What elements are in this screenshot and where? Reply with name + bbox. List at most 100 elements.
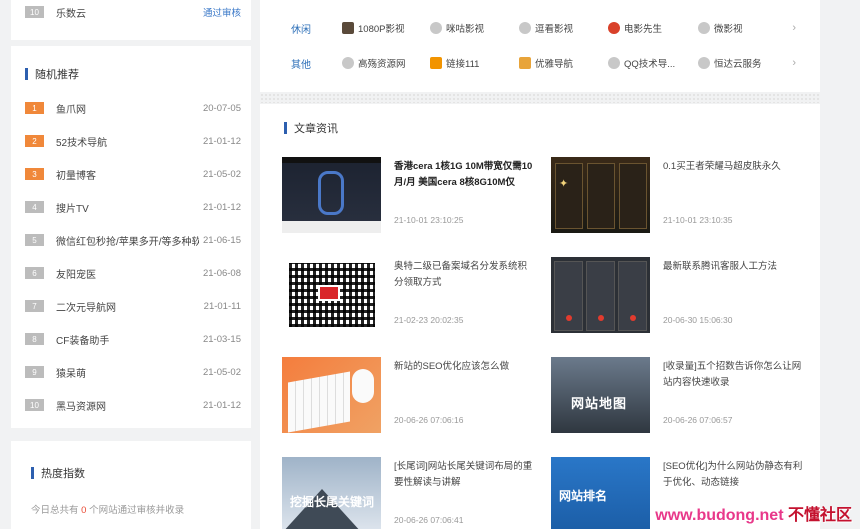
article-date: 21-10-01 23:10:35 — [663, 215, 733, 225]
article-thumbnail[interactable]: 挖掘长尾关键词 — [282, 457, 381, 529]
nav-site-label: 优雅导航 — [535, 59, 574, 70]
article-thumbnail[interactable]: ✦ — [551, 157, 650, 233]
title-bar-icon — [284, 122, 287, 134]
rank-site-name[interactable]: 乐数云 — [56, 5, 199, 20]
rank-row[interactable]: 6 友阳宠医 21-06-08 — [25, 265, 241, 281]
hot-count: 0 — [81, 505, 87, 516]
article-item[interactable]: 新站的SEO优化应该怎么做 20-06-26 07:06:16 — [282, 357, 532, 437]
article-title[interactable]: [收录量]五个招数告诉你怎么让网站内容快速收录 — [663, 359, 803, 391]
chevron-right-icon[interactable]: › — [792, 57, 796, 69]
article-thumbnail[interactable] — [282, 357, 381, 433]
article-item[interactable]: 挖掘长尾关键词 [长尾词]网站长尾关键词布局的重要性解读与讲解 20-06-26… — [282, 457, 532, 529]
rank-site-name[interactable]: 二次元导航网 — [56, 299, 200, 314]
nav-site-label: 电影先生 — [624, 24, 663, 35]
article-thumbnail[interactable] — [282, 257, 381, 333]
article-item[interactable]: 奥特二级已备案域名分发系统积分领取方式 21-02-23 20:02:35 — [282, 257, 532, 337]
nav-row: 休闲 1080P影视 咪咕影视 逗看影视 电影先生 微影视 › — [260, 17, 820, 39]
article-item[interactable]: 最新联系腾讯客服人工方法 20-06-30 15:06:30 — [551, 257, 801, 337]
nav-site-link[interactable]: 1080P影视 — [342, 21, 404, 35]
nav-site-label: 高殇资源网 — [358, 59, 406, 70]
article-title[interactable]: 最新联系腾讯客服人工方法 — [663, 259, 803, 275]
nav-site-label: 链接111 — [446, 59, 480, 70]
rank-row[interactable]: 2 52技术导航 21-01-12 — [25, 133, 241, 149]
article-thumbnail[interactable]: 网站地图 — [551, 357, 650, 433]
rank-number: 8 — [25, 333, 44, 345]
article-thumbnail[interactable]: 网站排名 — [551, 457, 650, 529]
rank-site-name[interactable]: 搜片TV — [56, 200, 199, 215]
rank-site-name[interactable]: 猿呆萌 — [56, 365, 199, 380]
rank-date: 21-05-02 — [202, 168, 241, 180]
article-title[interactable]: 奥特二级已备案域名分发系统积分领取方式 — [394, 259, 534, 291]
rank-row[interactable]: 9 猿呆萌 21-05-02 — [25, 364, 241, 380]
rank-row[interactable]: 4 搜片TV 21-01-12 — [25, 199, 241, 215]
site-favicon-icon — [698, 22, 710, 34]
nav-site-link[interactable]: 高殇资源网 — [342, 56, 406, 70]
nav-site-label: 微影视 — [714, 24, 743, 35]
nav-site-link[interactable]: QQ技术导... — [608, 56, 675, 70]
site-favicon-icon — [519, 22, 531, 34]
section-title: 随机推荐 — [25, 66, 79, 82]
rank-row[interactable]: 10 乐数云 通过审核 — [25, 4, 241, 20]
article-item[interactable]: ✦ 0.1买王者荣耀马超皮肤永久 21-10-01 23:10:35 — [551, 157, 801, 237]
rank-site-name[interactable]: 52技术导航 — [56, 134, 199, 149]
site-favicon-icon — [698, 57, 710, 69]
rank-row[interactable]: 7 二次元导航网 21-01-11 — [25, 298, 241, 314]
nav-category[interactable]: 休闲 — [291, 21, 311, 36]
site-favicon-icon — [342, 22, 354, 34]
site-favicon-icon — [430, 22, 442, 34]
nav-site-link[interactable]: 电影先生 — [608, 21, 662, 35]
nav-category[interactable]: 其他 — [291, 56, 311, 71]
rank-row[interactable]: 1 鱼爪网 20-07-05 — [25, 100, 241, 116]
section-title: 热度指数 — [31, 465, 85, 481]
chevron-right-icon[interactable]: › — [792, 22, 796, 34]
nav-site-label: 1080P影视 — [358, 24, 405, 35]
rank-site-name[interactable]: 友阳宠医 — [56, 266, 199, 281]
nav-site-label: 恒达云服务 — [714, 59, 762, 70]
dotted-divider — [260, 93, 820, 103]
random-recommend-card: 随机推荐 1 鱼爪网 20-07-05 2 52技术导航 21-01-12 3 初量博客 21-… — [11, 46, 251, 428]
rank-date: 21-01-11 — [203, 300, 241, 312]
nav-site-link[interactable]: 优雅导航 — [519, 56, 573, 70]
rank-site-name[interactable]: 黑马资源网 — [56, 398, 199, 413]
rank-number: 5 — [25, 234, 44, 246]
hot-index-card: 热度指数 今日总共有 0 个网站通过审核并收录 — [11, 441, 251, 529]
rank-site-name[interactable]: 初量博客 — [56, 167, 199, 182]
article-card: 文章资讯 香港cera 1核1G 10M带宽仅需10月/月 美国cera 8核8… — [260, 104, 820, 529]
article-title[interactable]: 0.1买王者荣耀马超皮肤永久 — [663, 159, 803, 175]
article-date: 20-06-26 07:06:57 — [663, 415, 733, 425]
nav-row: 其他 高殇资源网 链接111 优雅导航 QQ技术导... 恒达云服务 › — [260, 52, 820, 74]
article-item[interactable]: 网站地图 [收录量]五个招数告诉你怎么让网站内容快速收录 20-06-26 07… — [551, 357, 801, 437]
nav-site-label: QQ技术导... — [624, 59, 676, 70]
nav-site-link[interactable]: 微影视 — [698, 21, 743, 35]
nav-site-link[interactable]: 恒达云服务 — [698, 56, 762, 70]
rank-site-name[interactable]: 鱼爪网 — [56, 101, 199, 116]
watermark: www.budong.net 不懂社区 — [655, 507, 852, 524]
article-item[interactable]: 香港cera 1核1G 10M带宽仅需10月/月 美国cera 8核8G10M仅… — [282, 157, 532, 237]
rank-site-name[interactable]: CF装备助手 — [56, 332, 199, 347]
rank-date: 21-01-12 — [202, 201, 241, 213]
nav-site-link[interactable]: 链接111 — [430, 56, 479, 70]
rank-date: 21-01-12 — [202, 135, 241, 147]
rank-row[interactable]: 10 黑马资源网 21-01-12 — [25, 397, 241, 413]
rank-row[interactable]: 5 微信红包秒抢/苹果多开/等多种软件 21-06-15 — [25, 232, 241, 248]
nav-site-link[interactable]: 逗看影视 — [519, 21, 573, 35]
rank-number: 7 — [25, 300, 44, 312]
rank-date: 20-07-05 — [202, 102, 241, 114]
site-favicon-icon — [519, 57, 531, 69]
article-thumbnail[interactable] — [551, 257, 650, 333]
rank-date: 21-06-08 — [202, 267, 241, 279]
article-title[interactable]: [SEO优化]为什么网站伪静态有利于优化、动态链接 — [663, 459, 803, 491]
article-title[interactable]: 香港cera 1核1G 10M带宽仅需10月/月 美国cera 8核8G10M仅 — [394, 159, 534, 191]
article-date: 20-06-30 15:06:30 — [663, 315, 733, 325]
article-thumbnail[interactable] — [282, 157, 381, 233]
article-title[interactable]: [长尾词]网站长尾关键词布局的重要性解读与讲解 — [394, 459, 534, 491]
rank-row[interactable]: 8 CF装备助手 21-03-15 — [25, 331, 241, 347]
top-rank-card: 10 乐数云 通过审核 — [11, 0, 251, 40]
rank-site-name[interactable]: 微信红包秒抢/苹果多开/等多种软件 — [56, 233, 199, 248]
site-favicon-icon — [608, 57, 620, 69]
nav-site-link[interactable]: 咪咕影视 — [430, 21, 484, 35]
rank-date: 21-06-15 — [202, 234, 241, 246]
rank-row[interactable]: 3 初量博客 21-05-02 — [25, 166, 241, 182]
section-title: 文章资讯 — [284, 120, 338, 136]
article-title[interactable]: 新站的SEO优化应该怎么做 — [394, 359, 534, 375]
